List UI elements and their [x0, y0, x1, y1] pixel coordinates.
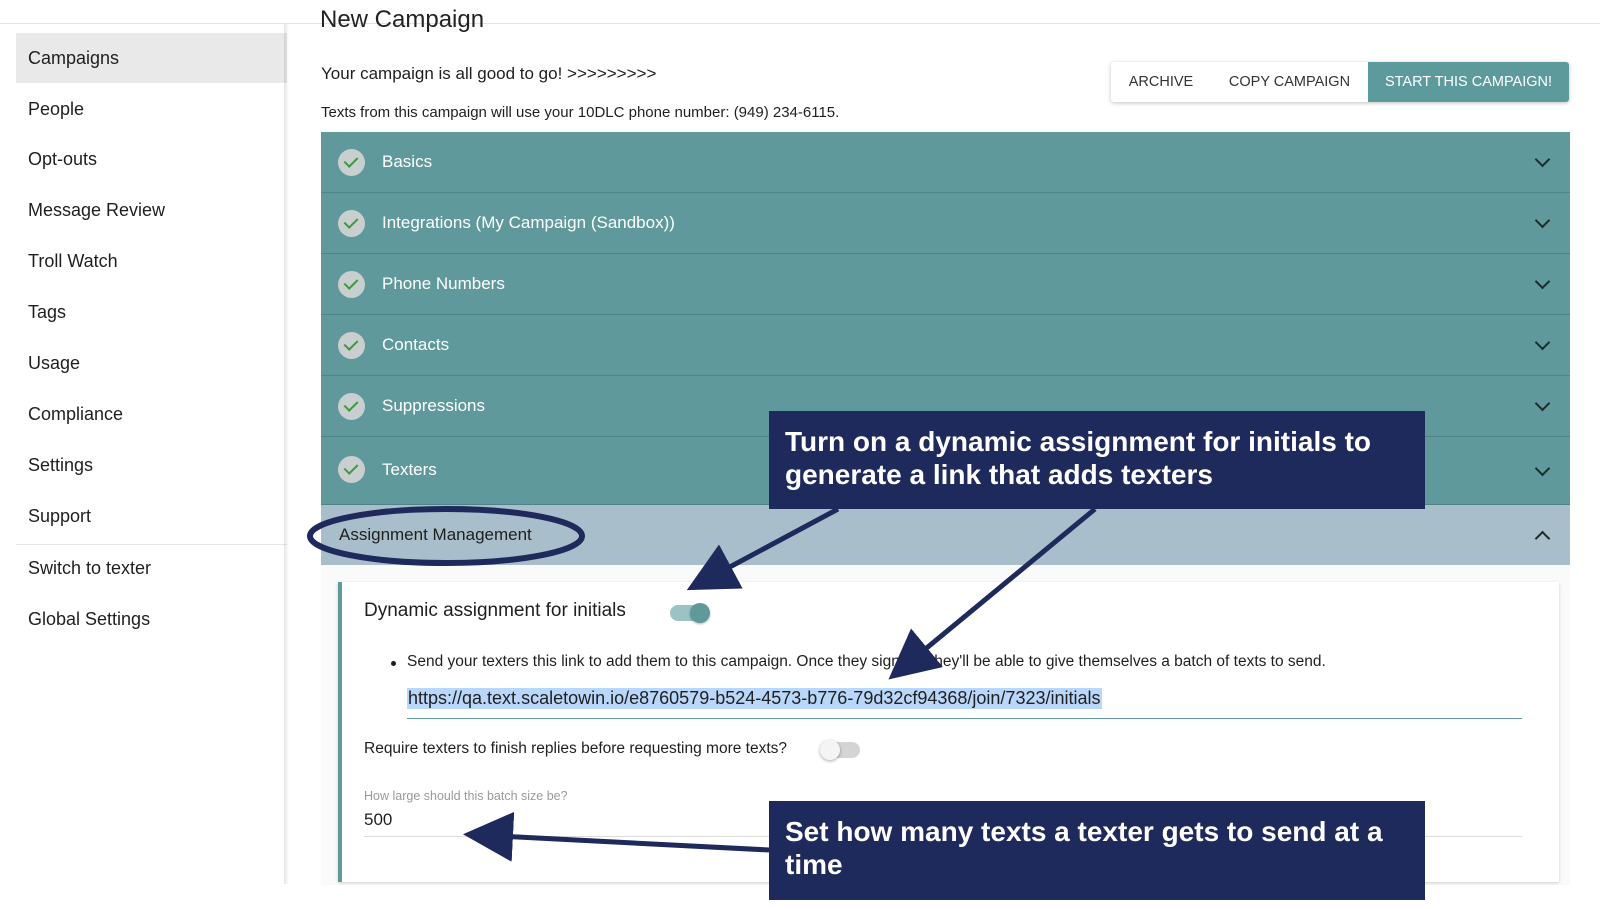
chevron-down-icon — [1534, 395, 1551, 412]
top-divider — [0, 23, 1600, 24]
chevron-down-icon — [1534, 460, 1551, 477]
page-title: New Campaign — [320, 6, 485, 33]
sidebar-item-message-review[interactable]: Message Review — [16, 185, 287, 235]
check-circle-icon — [338, 271, 365, 298]
section-basics[interactable]: Basics — [321, 132, 1570, 193]
chevron-up-icon — [1534, 530, 1551, 547]
section-assignment-management[interactable]: Assignment Management — [321, 505, 1570, 565]
join-link-field[interactable]: https://qa.text.scaletowin.io/e8760579-b… — [407, 684, 1522, 719]
archive-button[interactable]: ARCHIVE — [1111, 62, 1211, 102]
check-circle-icon — [338, 456, 365, 483]
sidebar-item-settings[interactable]: Settings — [16, 440, 287, 490]
require-replies-label: Require texters to finish replies before… — [364, 740, 788, 757]
join-link[interactable]: https://qa.text.scaletowin.io/e8760579-b… — [407, 688, 1102, 709]
link-instruction: Send your texters this link to add them … — [407, 653, 1326, 670]
require-replies-toggle[interactable] — [820, 740, 860, 760]
sidebar-item-usage[interactable]: Usage — [16, 338, 287, 388]
sidebar-item-support[interactable]: Support — [16, 491, 287, 541]
section-label: Integrations (My Campaign (Sandbox)) — [382, 213, 675, 232]
start-campaign-button[interactable]: START THIS CAMPAIGN! — [1368, 62, 1569, 102]
section-integrations[interactable]: Integrations (My Campaign (Sandbox)) — [321, 193, 1570, 254]
section-label: Assignment Management — [339, 525, 532, 544]
section-contacts[interactable]: Contacts — [321, 315, 1570, 376]
section-label: Contacts — [382, 335, 450, 354]
copy-campaign-button[interactable]: COPY CAMPAIGN — [1211, 62, 1368, 102]
annotation-dynamic-assignment: Turn on a dynamic assignment for initial… — [769, 411, 1425, 509]
dynamic-assignment-toggle[interactable] — [670, 603, 710, 623]
section-label: Phone Numbers — [382, 274, 505, 293]
batch-size-caption: How large should this batch size be? — [364, 789, 568, 803]
section-phone-numbers[interactable]: Phone Numbers — [321, 254, 1570, 315]
sidebar-item-global-settings[interactable]: Global Settings — [16, 594, 287, 644]
sidebar-item-people[interactable]: People — [16, 84, 287, 134]
campaign-status: Your campaign is all good to go! >>>>>>>… — [321, 64, 657, 83]
sidebar-shadow — [284, 24, 289, 884]
section-label: Texters — [382, 460, 437, 479]
chevron-down-icon — [1534, 273, 1551, 290]
check-circle-icon — [338, 210, 365, 237]
sidebar-item-switch-to-texter[interactable]: Switch to texter — [16, 543, 287, 593]
bullet-dot — [391, 661, 396, 666]
sidebar-item-campaigns[interactable]: Campaigns — [16, 33, 287, 83]
dynamic-assignment-label: Dynamic assignment for initials — [364, 600, 626, 621]
annotation-batch-size: Set how many texts a texter gets to send… — [769, 801, 1425, 900]
check-circle-icon — [338, 393, 365, 420]
check-circle-icon — [338, 332, 365, 359]
phone-number-notice: Texts from this campaign will use your 1… — [321, 104, 840, 121]
section-label: Suppressions — [382, 396, 486, 415]
sidebar: Campaigns People Opt-outs Message Review… — [16, 33, 287, 883]
sidebar-item-opt-outs[interactable]: Opt-outs — [16, 134, 287, 184]
sidebar-item-tags[interactable]: Tags — [16, 287, 287, 337]
section-label: Basics — [382, 152, 433, 171]
chevron-down-icon — [1534, 212, 1551, 229]
campaign-actions: ARCHIVE COPY CAMPAIGN START THIS CAMPAIG… — [1111, 62, 1569, 102]
batch-size-value[interactable]: 500 — [364, 810, 392, 830]
chevron-down-icon — [1534, 334, 1551, 351]
check-circle-icon — [338, 149, 365, 176]
sidebar-item-troll-watch[interactable]: Troll Watch — [16, 236, 287, 286]
chevron-down-icon — [1534, 151, 1551, 168]
sidebar-item-compliance[interactable]: Compliance — [16, 389, 287, 439]
